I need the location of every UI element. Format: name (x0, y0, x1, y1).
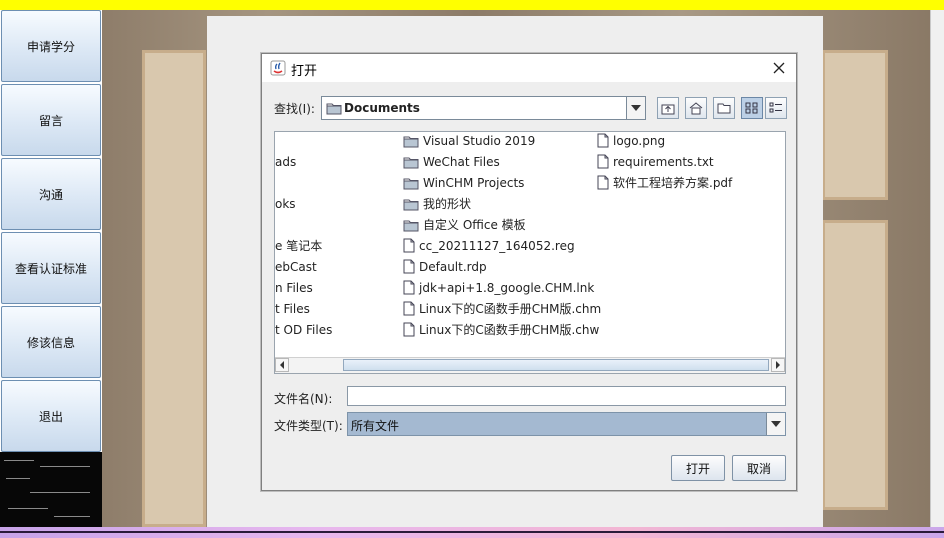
scroll-left-icon[interactable] (275, 358, 289, 372)
java-app-icon (270, 60, 286, 76)
open-button[interactable]: 打开 (671, 455, 725, 481)
file-icon (403, 280, 415, 295)
top-yellow-bar (0, 0, 944, 10)
folder-item[interactable]: 自定义 Office 模板 (403, 215, 526, 235)
file-name-text: WinCHM Projects (423, 176, 525, 190)
folder-icon (403, 178, 419, 190)
scroll-thumb[interactable] (343, 359, 769, 371)
file-type-combobox[interactable]: 所有文件 (347, 412, 786, 436)
file-name-text: Visual Studio 2019 (423, 134, 536, 148)
up-one-level-icon (661, 104, 675, 115)
file-icon (597, 133, 609, 148)
details-view-icon (769, 102, 782, 113)
file-icon (597, 175, 609, 190)
list-item[interactable]: e 笔记本 (275, 236, 322, 256)
file-name-text: logo.png (613, 134, 666, 148)
shelf-right-bottom (822, 220, 888, 510)
file-name-label: 文件名(N): (274, 392, 333, 406)
file-name-input[interactable] (347, 386, 786, 406)
file-name-text: WeChat Files (423, 155, 500, 169)
folder-item[interactable]: 我的形状 (403, 194, 471, 214)
chevron-down-icon[interactable] (766, 413, 785, 435)
file-name-text: Linux下的C函数手册CHM版.chm (419, 302, 602, 316)
folder-icon (403, 157, 419, 169)
list-item[interactable]: n Files (275, 278, 313, 298)
file-icon (403, 301, 415, 316)
cancel-button[interactable]: 取消 (732, 455, 786, 481)
home-button[interactable] (685, 97, 707, 119)
list-item[interactable]: oks (275, 194, 296, 214)
apply-credit-button[interactable]: 申请学分 (1, 10, 101, 82)
folder-item[interactable]: WeChat Files (403, 152, 500, 172)
look-in-value: Documents (344, 101, 420, 115)
list-item[interactable]: t Files (275, 299, 310, 319)
new-folder-icon (717, 103, 731, 114)
list-view-icon (745, 102, 758, 114)
file-item[interactable]: Linux下的C函数手册CHM版.chw (403, 320, 599, 340)
file-icon (403, 259, 415, 274)
close-icon[interactable] (768, 57, 790, 79)
file-name-text: jdk+api+1.8_google.CHM.lnk (419, 281, 595, 295)
message-button[interactable]: 留言 (1, 84, 101, 156)
folder-item[interactable]: Visual Studio 2019 (403, 132, 536, 151)
file-name-text: requirements.txt (613, 155, 714, 169)
up-one-level-button[interactable] (657, 97, 679, 119)
folder-item[interactable]: WinCHM Projects (403, 173, 524, 193)
folder-icon (326, 103, 342, 115)
communicate-button[interactable]: 沟通 (1, 158, 101, 230)
shelf-left (142, 50, 206, 527)
file-item[interactable]: jdk+api+1.8_google.CHM.lnk (403, 278, 594, 298)
exit-button[interactable]: 退出 (1, 380, 101, 452)
background-patch (0, 452, 102, 527)
file-name-text: 自定义 Office 模板 (423, 218, 526, 232)
list-item[interactable]: ads (275, 152, 296, 172)
file-item[interactable]: 软件工程培养方案.pdf (597, 173, 732, 193)
dialog-title: 打开 (291, 64, 318, 79)
file-name-text: Default.rdp (419, 260, 487, 274)
file-type-value: 所有文件 (351, 419, 400, 433)
file-name-text: 软件工程培养方案.pdf (613, 176, 733, 190)
file-name-text: 我的形状 (423, 197, 472, 211)
open-file-dialog: 打开 查找(I): Documents ads oks e 笔记本 ebCast… (261, 53, 797, 491)
file-icon (597, 154, 609, 169)
file-item[interactable]: cc_20211127_164052.reg (403, 236, 575, 256)
list-item[interactable]: t OD Files (275, 320, 332, 340)
folder-icon (403, 199, 419, 211)
look-in-combobox[interactable]: Documents (321, 96, 646, 120)
edit-info-button[interactable]: 修该信息 (1, 306, 101, 378)
file-name-text: Linux下的C函数手册CHM版.chw (419, 323, 600, 337)
file-icon (403, 238, 415, 253)
sidebar: 申请学分 留言 沟通 查看认证标准 修该信息 退出 (0, 10, 102, 452)
file-item[interactable]: Default.rdp (403, 257, 487, 277)
view-standards-button[interactable]: 查看认证标准 (1, 232, 101, 304)
file-item[interactable]: requirements.txt (597, 152, 714, 172)
look-in-label: 查找(I): (274, 102, 315, 116)
folder-icon (403, 220, 419, 232)
file-name-text: cc_20211127_164052.reg (419, 239, 575, 253)
folder-icon (403, 136, 419, 148)
home-icon (689, 102, 703, 115)
new-folder-button[interactable] (713, 97, 735, 119)
window-scrollbar[interactable] (930, 10, 944, 527)
file-item[interactable]: Linux下的C函数手册CHM版.chm (403, 299, 601, 319)
file-list[interactable]: ads oks e 笔记本 ebCast n Files t Files t O… (274, 131, 786, 374)
file-type-label: 文件类型(T): (274, 419, 343, 433)
shelf-right-top (822, 50, 888, 200)
bottom-bar (0, 527, 944, 538)
file-item[interactable]: logo.png (597, 132, 666, 151)
file-icon (403, 322, 415, 337)
chevron-down-icon[interactable] (626, 97, 645, 119)
details-view-button[interactable] (765, 97, 787, 119)
scroll-right-icon[interactable] (771, 358, 785, 372)
horizontal-scrollbar[interactable] (275, 357, 785, 373)
dialog-titlebar: 打开 (262, 54, 796, 82)
list-item[interactable]: ebCast (275, 257, 317, 277)
list-view-button[interactable] (741, 97, 763, 119)
